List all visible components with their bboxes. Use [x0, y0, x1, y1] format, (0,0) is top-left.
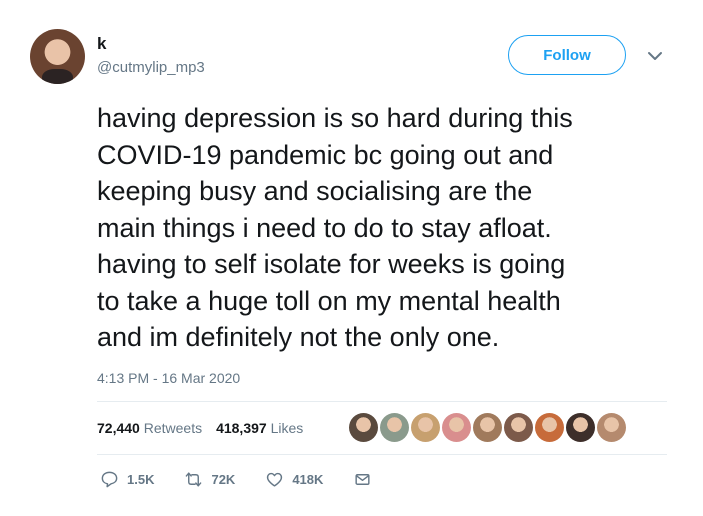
retweet-icon [186, 472, 202, 487]
reply-button[interactable]: 1.5K [100, 470, 154, 489]
like-button[interactable]: 418K [265, 470, 323, 489]
reply-count: 1.5K [127, 472, 155, 487]
reply-icon [101, 471, 118, 488]
divider [97, 401, 667, 402]
tweet-line: having to self isolate for weeks is goin… [97, 249, 566, 279]
action-bar: 1.5K 72K 418K [100, 470, 402, 489]
author-name[interactable]: k [97, 34, 106, 54]
tweet-timestamp[interactable]: 4:13 PM - 16 Mar 2020 [97, 370, 240, 386]
retweet-count: 72K [211, 472, 236, 487]
retweets-stat[interactable]: 72,440 Retweets [97, 420, 202, 436]
tweet-line: main things i need to do to stay afloat. [97, 212, 552, 243]
liker-avatar[interactable] [566, 413, 595, 442]
liker-avatar[interactable] [473, 413, 502, 442]
likes-label: Likes [270, 420, 304, 436]
author-handle[interactable]: @cutmylip_mp3 [97, 59, 205, 76]
likes-stat[interactable]: 418,397 Likes [216, 420, 303, 436]
liker-avatar[interactable] [442, 413, 471, 442]
liker-avatar[interactable] [411, 413, 440, 442]
retweets-count: 72,440 [97, 420, 140, 436]
envelope-icon [355, 474, 370, 485]
avatar[interactable] [30, 29, 85, 84]
liker-avatar[interactable] [597, 413, 626, 442]
tweet-line: to take a huge toll on my mental health [97, 285, 561, 316]
liker-avatar[interactable] [349, 413, 378, 442]
follow-button[interactable]: Follow [508, 35, 626, 75]
tweet-line: keeping busy and socialising are the [97, 176, 533, 206]
liker-avatar[interactable] [380, 413, 409, 442]
retweet-button[interactable]: 72K [184, 470, 235, 489]
tweet-text: having depression is so hard during this… [97, 100, 687, 356]
liker-avatar[interactable] [535, 413, 564, 442]
like-count: 418K [292, 472, 324, 487]
direct-message-button[interactable] [353, 470, 372, 489]
engagement-stats: 72,440 Retweets 418,397 Likes [97, 420, 303, 436]
likes-count: 418,397 [216, 420, 267, 436]
liker-avatars [349, 413, 626, 442]
divider [97, 454, 667, 455]
heart-icon [267, 472, 283, 487]
retweets-label: Retweets [143, 420, 203, 436]
chevron-down-icon[interactable] [646, 50, 664, 62]
tweet-line: and im definitely not the only one. [97, 322, 500, 352]
liker-avatar[interactable] [504, 413, 533, 442]
tweet-line: COVID-19 pandemic bc going out and [97, 139, 554, 170]
tweet-line: having depression is so hard during this [97, 103, 573, 133]
